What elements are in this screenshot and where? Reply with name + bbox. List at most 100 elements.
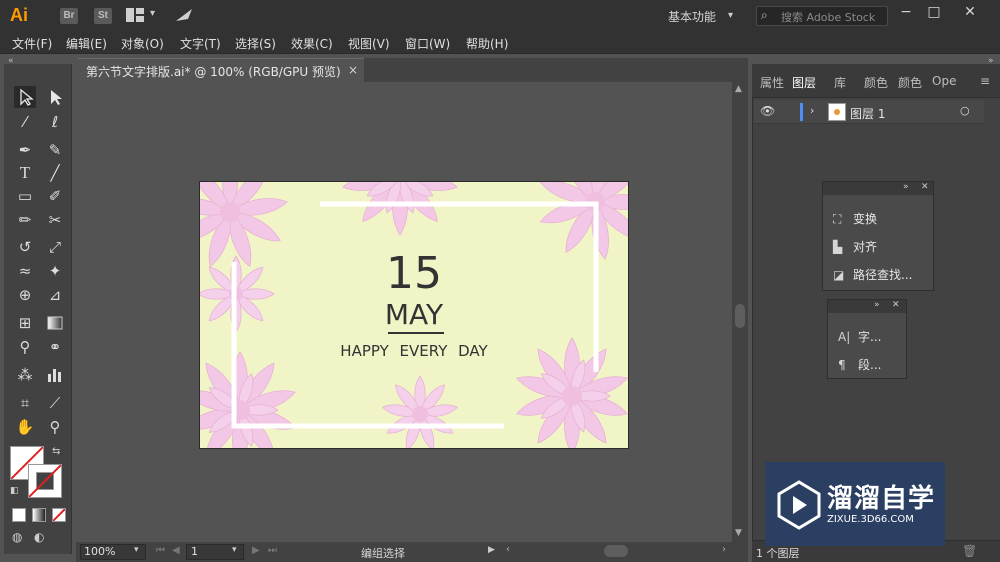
document-tab[interactable]: 第六节文字排版.ai* @ 100% (RGB/GPU 预览) ×	[78, 58, 364, 82]
zoom-tool-icon[interactable]: ⚲	[44, 416, 66, 438]
none-mode-button[interactable]	[52, 508, 66, 522]
watermark-logo-icon	[777, 480, 821, 530]
pen-tool-icon[interactable]: ✒	[14, 139, 36, 161]
horizontal-scroll-thumb[interactable]	[604, 545, 628, 557]
gradient-mode-button[interactable]	[32, 508, 46, 522]
scroll-down-icon[interactable]: ▼	[735, 528, 742, 538]
align-panel-button[interactable]: ▙ 对齐	[833, 238, 877, 255]
close-panel-icon[interactable]: ✕	[892, 300, 900, 310]
menu-select[interactable]: 选择(S)	[235, 35, 276, 52]
transform-panel-button[interactable]: ⛶ 变换	[833, 210, 877, 227]
next-artboard-icon[interactable]: ▶	[252, 545, 260, 556]
character-panel-button[interactable]: A| 字...	[838, 328, 881, 345]
menu-window[interactable]: 窗口(W)	[405, 35, 450, 52]
stroke-swatch[interactable]	[28, 464, 62, 498]
paintbrush-tool-icon[interactable]: ✐	[44, 185, 66, 207]
expand-layer-icon[interactable]: ›	[810, 104, 814, 117]
layer-row[interactable]: 👁 › 图层 1 ○	[754, 100, 984, 124]
shaper-tool-icon[interactable]: ✏	[14, 209, 36, 231]
screen-mode-icon[interactable]: ◐	[34, 530, 44, 544]
watermark-title: 溜溜自学	[827, 484, 936, 514]
menu-file[interactable]: 文件(F)	[12, 35, 52, 52]
scissors-tool-icon[interactable]: ✂	[44, 209, 66, 231]
color-mode-button[interactable]	[12, 508, 26, 522]
vertical-scrollbar[interactable]: ▲ ▼	[732, 82, 748, 542]
workspace-switcher[interactable]: 基本功能	[668, 8, 716, 25]
layer-target-icon[interactable]: ○	[960, 104, 970, 117]
rectangle-tool-icon[interactable]: ▭	[14, 185, 36, 207]
maximize-button[interactable]: □	[924, 4, 944, 20]
last-artboard-icon[interactable]: ⏭	[268, 545, 277, 556]
puppet-warp-tool-icon[interactable]: ✦	[44, 260, 66, 282]
artboard[interactable]: 15 MAY HAPPY EVERY DAY	[199, 181, 629, 449]
artboard-tool-icon[interactable]: ⌗	[14, 392, 36, 414]
layer-name[interactable]: 图层 1	[850, 105, 885, 122]
default-colors-icon[interactable]: ◧	[10, 486, 19, 496]
scroll-left-icon[interactable]: ‹	[506, 544, 510, 555]
tab-libraries[interactable]: 库	[834, 74, 846, 91]
previous-artboard-icon[interactable]: ◀	[172, 545, 180, 556]
mesh-tool-icon[interactable]: ⊞	[14, 312, 36, 334]
selection-tool-icon[interactable]	[14, 86, 36, 108]
blend-tool-icon[interactable]: ⚭	[44, 336, 66, 358]
menu-help[interactable]: 帮助(H)	[466, 35, 508, 52]
first-artboard-icon[interactable]: ⏮	[156, 545, 165, 556]
line-segment-tool-icon[interactable]: ╱	[44, 162, 66, 184]
menu-view[interactable]: 视图(V)	[348, 35, 390, 52]
swap-fill-stroke-icon[interactable]: ⇆	[52, 446, 60, 457]
close-window-button[interactable]: ✕	[960, 4, 980, 20]
tab-opentype[interactable]: Ope	[932, 74, 956, 88]
scale-tool-icon[interactable]: ⤢	[44, 236, 66, 258]
paragraph-label: 段...	[858, 358, 882, 372]
menu-edit[interactable]: 编辑(E)	[66, 35, 107, 52]
close-panel-icon[interactable]: ✕	[921, 182, 929, 192]
chevron-down-icon[interactable]: ▾	[134, 545, 139, 555]
menu-effect[interactable]: 效果(C)	[291, 35, 333, 52]
chevron-down-icon[interactable]: ▾	[728, 10, 733, 21]
pathfinder-panel-button[interactable]: ◪ 路径查找...	[833, 266, 912, 283]
paragraph-panel-button[interactable]: ¶ 段...	[838, 356, 881, 373]
arrange-documents-icon[interactable]	[126, 8, 146, 22]
tab-properties[interactable]: 属性	[760, 74, 784, 91]
tab-color-guide[interactable]: 颜色	[898, 74, 922, 91]
expand-panel-icon[interactable]: »	[903, 182, 909, 192]
panel-header[interactable]: » ✕	[823, 182, 933, 195]
minimize-button[interactable]: −	[896, 4, 916, 20]
panel-menu-icon[interactable]: ≡	[980, 74, 990, 88]
hand-tool-icon[interactable]: ✋	[14, 416, 36, 438]
delete-layer-icon[interactable]: 🗑	[962, 544, 977, 558]
rotate-tool-icon[interactable]: ↺	[14, 236, 36, 258]
column-graph-tool-icon[interactable]	[44, 364, 66, 386]
slice-tool-icon[interactable]: ⟋	[44, 392, 66, 414]
vertical-scroll-thumb[interactable]	[735, 304, 745, 328]
stock-badge[interactable]: St	[94, 8, 112, 24]
draw-mode-icon[interactable]: ◍	[12, 530, 22, 544]
status-menu-icon[interactable]: ▶	[488, 545, 495, 555]
menu-type[interactable]: 文字(T)	[180, 35, 221, 52]
width-tool-icon[interactable]: ≈	[14, 260, 36, 282]
gradient-tool-icon[interactable]	[44, 312, 66, 334]
type-tool-icon[interactable]: T	[14, 162, 36, 184]
perspective-grid-tool-icon[interactable]: ⊿	[44, 284, 66, 306]
scroll-up-icon[interactable]: ▲	[735, 84, 742, 94]
close-document-button[interactable]: ×	[348, 63, 358, 77]
shape-builder-tool-icon[interactable]: ⊕	[14, 284, 36, 306]
menu-object[interactable]: 对象(O)	[121, 35, 164, 52]
gpu-performance-icon[interactable]	[174, 7, 194, 26]
tab-color[interactable]: 颜色	[864, 74, 888, 91]
tab-layers[interactable]: 图层	[792, 74, 816, 91]
chevron-down-icon[interactable]: ▾	[232, 545, 237, 555]
expand-panel-icon[interactable]: »	[874, 300, 880, 310]
bridge-badge[interactable]: Br	[60, 8, 78, 24]
chevron-down-icon[interactable]: ▾	[150, 8, 155, 19]
scroll-right-icon[interactable]: ›	[722, 544, 726, 555]
direct-selection-tool-icon[interactable]	[44, 86, 66, 108]
magic-wand-tool-icon[interactable]: ⁄	[14, 111, 36, 133]
curvature-tool-icon[interactable]: ✎	[44, 139, 66, 161]
symbol-sprayer-tool-icon[interactable]: ⁂	[14, 364, 36, 386]
stock-search-input[interactable]: ⌕ 搜索 Adobe Stock	[756, 6, 888, 26]
visibility-eye-icon[interactable]: 👁	[760, 104, 775, 118]
eyedropper-tool-icon[interactable]: ⚲	[14, 336, 36, 358]
panel-header[interactable]: » ✕	[828, 300, 906, 313]
lasso-tool-icon[interactable]: ℓ	[44, 111, 66, 133]
